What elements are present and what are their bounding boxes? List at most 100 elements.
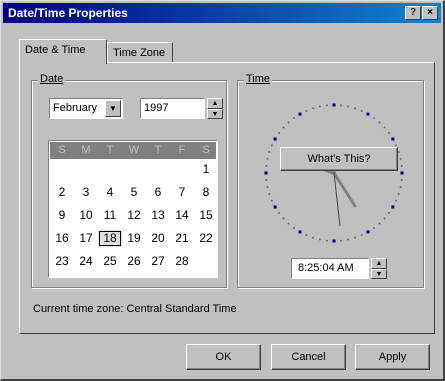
year-field[interactable]: 1997 <box>140 98 205 119</box>
calendar-day-headers: S M T W T F S <box>50 142 216 159</box>
spin-up-icon[interactable]: ▲ <box>371 258 387 269</box>
clock-tick <box>354 236 356 239</box>
clock-tick <box>347 238 349 241</box>
calendar-day <box>146 161 170 178</box>
clock-tick <box>305 234 308 236</box>
calendar-day[interactable]: 15 <box>194 207 218 224</box>
calendar-day[interactable]: 28 <box>170 253 194 270</box>
time-field[interactable]: 8:25:04 AM <box>291 258 369 279</box>
clock-tick <box>397 151 400 153</box>
time-group-label: Time <box>244 73 273 85</box>
clock-tick <box>264 171 268 175</box>
clock-tick <box>287 121 290 124</box>
clock-tick <box>278 132 280 134</box>
clock-tick <box>332 103 336 107</box>
tab-time-zone[interactable]: Time Zone <box>107 42 173 63</box>
clock-tick <box>271 144 273 147</box>
calendar-day[interactable]: 21 <box>170 230 194 247</box>
month-calendar[interactable]: S M T W T F S 1 2 3 4 5 6 7 8 9 10 11 12 13 14 15 16 17 1… <box>48 140 218 278</box>
calendar-day[interactable]: 14 <box>170 207 194 224</box>
calendar-day[interactable]: 20 <box>146 230 170 247</box>
ok-button[interactable]: OK <box>186 344 261 370</box>
calendar-day[interactable]: 10 <box>74 207 98 224</box>
clock-tick <box>347 105 349 108</box>
calendar-day[interactable]: 13 <box>146 207 170 224</box>
calendar-day[interactable]: 8 <box>194 184 218 201</box>
time-spinner[interactable]: ▲ ▼ <box>371 258 387 279</box>
calendar-day[interactable]: 5 <box>122 184 146 201</box>
calendar-day[interactable]: 9 <box>50 207 74 224</box>
calendar-day[interactable]: 12 <box>122 207 146 224</box>
month-value: February <box>53 102 98 114</box>
title-bar[interactable]: Date/Time Properties ? × <box>3 3 441 23</box>
clock-tick <box>305 110 308 112</box>
spin-up-icon[interactable]: ▲ <box>207 98 223 109</box>
calendar-day[interactable]: 23 <box>50 253 74 270</box>
clock-tick <box>298 230 302 234</box>
clock-tick <box>268 151 271 153</box>
calendar-day[interactable]: 1 <box>194 161 218 178</box>
clock-tick <box>400 165 403 167</box>
calendar-day[interactable]: 17 <box>74 230 98 247</box>
chevron-down-icon[interactable]: ▼ <box>105 100 121 117</box>
spin-down-icon[interactable]: ▼ <box>207 108 223 119</box>
spin-down-icon[interactable]: ▼ <box>371 268 387 279</box>
calendar-day <box>194 253 218 270</box>
calendar-day[interactable]: 18 <box>98 230 122 247</box>
analog-clock <box>264 103 404 243</box>
day-header: S <box>58 144 66 156</box>
close-icon[interactable]: × <box>422 6 438 20</box>
tab-date-time[interactable]: Date & Time <box>19 39 107 64</box>
calendar-day[interactable]: 3 <box>74 184 98 201</box>
calendar-day[interactable]: 25 <box>98 253 122 270</box>
clock-tick <box>360 234 363 236</box>
clock-tick <box>319 105 321 108</box>
date-time-properties-window: Date/Time Properties ? × Date & Time Tim… <box>0 0 445 381</box>
calendar-day[interactable]: 11 <box>98 207 122 224</box>
calendar-day[interactable]: 4 <box>98 184 122 201</box>
clock-tick <box>378 121 381 124</box>
help-icon[interactable]: ? <box>405 6 421 20</box>
whats-this-popup[interactable]: What's This? <box>280 147 398 171</box>
calendar-day[interactable]: 6 <box>146 184 170 201</box>
clock-tick <box>360 110 363 112</box>
month-select[interactable]: February ▼ <box>49 98 123 119</box>
calendar-day <box>50 161 74 178</box>
clock-tick <box>395 144 397 147</box>
calendar-day[interactable]: 24 <box>74 253 98 270</box>
clock-tick <box>298 112 302 116</box>
clock-tick <box>282 126 285 129</box>
calendar-day <box>122 161 146 178</box>
clock-tick <box>383 126 386 129</box>
clock-tick <box>293 117 295 119</box>
calendar-day[interactable]: 26 <box>122 253 146 270</box>
calendar-day <box>170 161 194 178</box>
calendar-day <box>98 161 122 178</box>
clock-tick <box>266 186 269 188</box>
calendar-day[interactable]: 16 <box>50 230 74 247</box>
clock-tick <box>399 158 402 160</box>
calendar-day[interactable]: 27 <box>146 253 170 270</box>
clock-tick <box>266 158 269 160</box>
window-title: Date/Time Properties <box>8 6 128 20</box>
apply-button[interactable]: Apply <box>355 344 430 370</box>
clock-tick <box>273 137 277 141</box>
cancel-button[interactable]: Cancel <box>271 344 346 370</box>
year-spinner[interactable]: ▲ ▼ <box>207 98 223 119</box>
clock-tick <box>354 107 356 110</box>
clock-tick <box>293 227 295 229</box>
clock-tick <box>366 230 370 234</box>
clock-tick <box>391 205 395 209</box>
calendar-day[interactable]: 2 <box>50 184 74 201</box>
calendar-day[interactable]: 19 <box>122 230 146 247</box>
calendar-day[interactable]: 22 <box>194 230 218 247</box>
time-value: 8:25:04 AM <box>298 262 354 274</box>
calendar-day[interactable]: 7 <box>170 184 194 201</box>
clock-tick <box>278 212 280 214</box>
clock-tick <box>388 132 390 134</box>
clock-tick <box>265 165 268 167</box>
clock-tick <box>326 104 328 107</box>
clock-tick <box>400 179 403 181</box>
clock-tick <box>340 104 342 107</box>
clock-tick <box>397 193 400 195</box>
